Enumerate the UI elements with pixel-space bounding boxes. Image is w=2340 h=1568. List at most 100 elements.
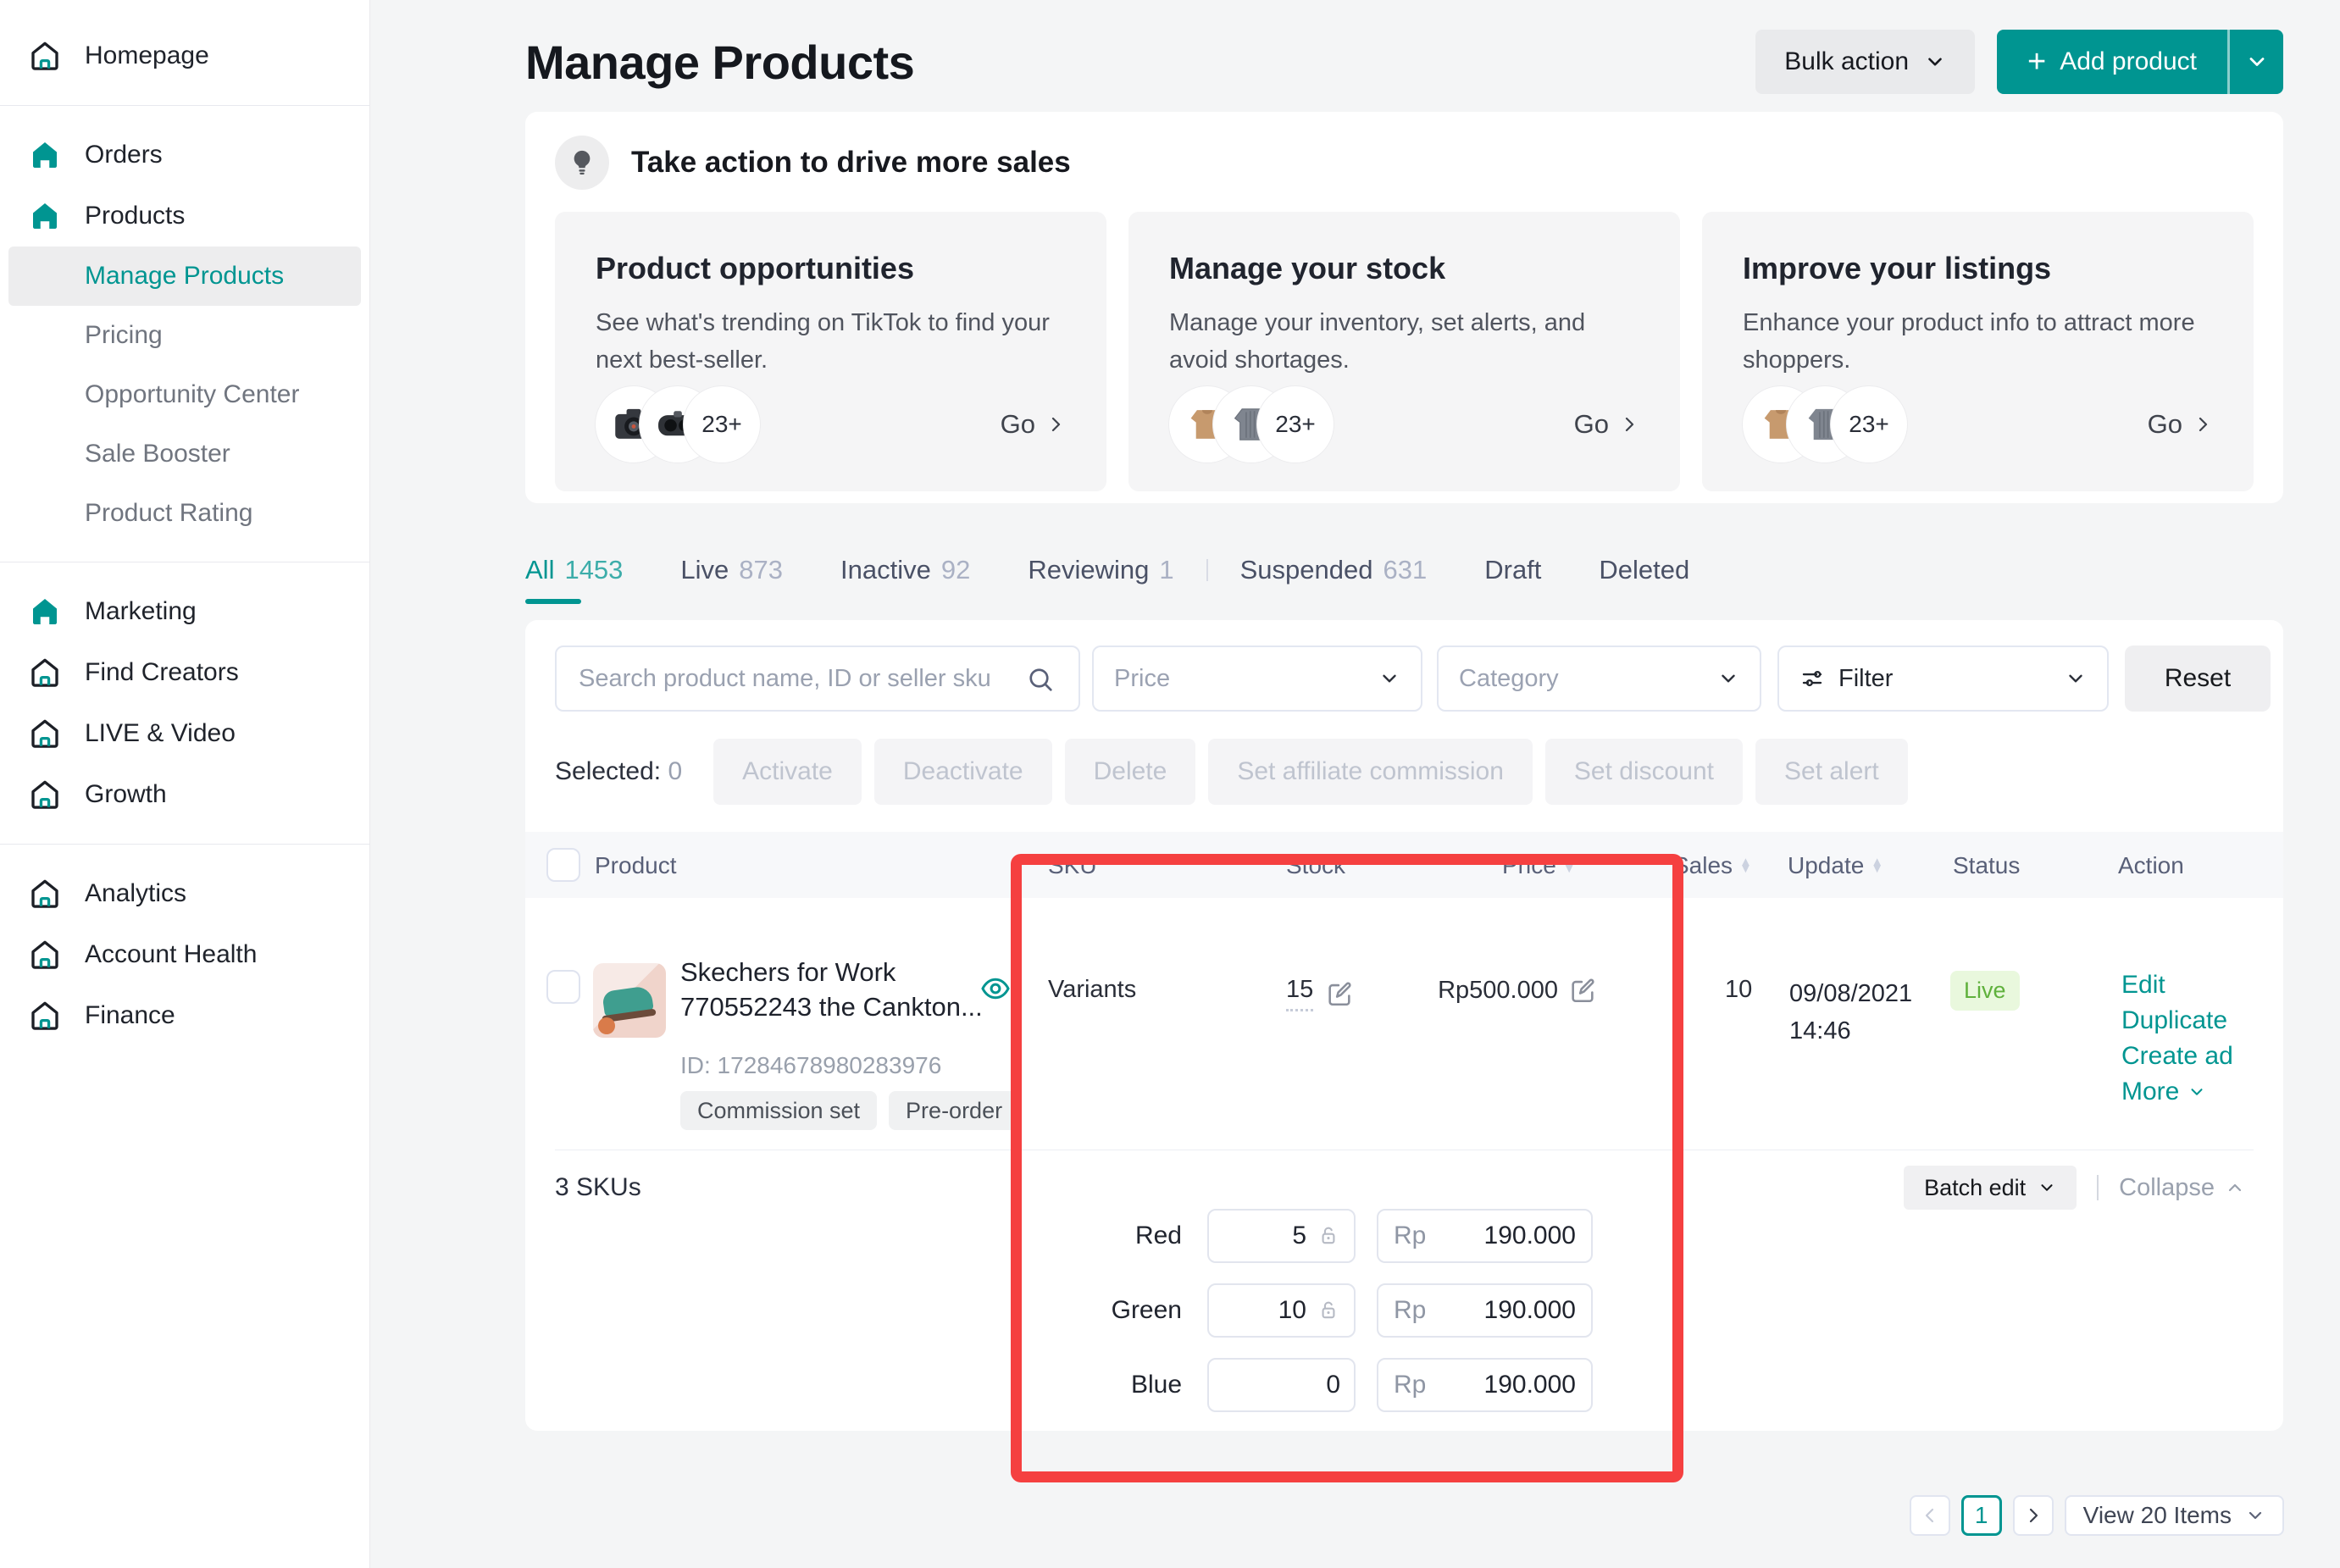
set-discount-button[interactable]: Set discount	[1545, 739, 1743, 805]
sidebar-item-find-creators[interactable]: Find Creators	[0, 642, 369, 703]
sidebar-item-growth[interactable]: Growth	[0, 764, 369, 825]
column-update[interactable]: Update ▲▼	[1788, 852, 1883, 879]
column-status: Status	[1953, 852, 2020, 879]
variant-stock-input[interactable]: 5	[1207, 1209, 1356, 1263]
selected-label: Selected:	[555, 757, 661, 785]
next-page-button[interactable]	[2013, 1495, 2054, 1536]
price-filter-select[interactable]: Price	[1092, 645, 1422, 712]
delete-button[interactable]: Delete	[1065, 739, 1196, 805]
category-filter-select[interactable]: Category	[1437, 645, 1761, 712]
sidebar-item-homepage[interactable]: Homepage	[0, 25, 369, 86]
tab-suspended[interactable]: Suspended 631	[1240, 555, 1428, 585]
go-label: Go	[2148, 409, 2182, 440]
sidebar-item-sale-booster[interactable]: Sale Booster	[0, 424, 369, 484]
tab-deleted[interactable]: Deleted	[1599, 555, 1689, 585]
set-alert-button[interactable]: Set alert	[1755, 739, 1908, 805]
sidebar-item-analytics[interactable]: Analytics	[0, 863, 369, 924]
edit-icon[interactable]	[1568, 976, 1597, 1005]
filter-icon	[1799, 666, 1825, 691]
product-thumbnails: 23+	[1743, 386, 1907, 463]
add-product-button[interactable]: + Add product	[1997, 30, 2227, 94]
bulk-action-button[interactable]: Bulk action	[1755, 30, 1975, 94]
product-id: ID: 17284678980283976	[680, 1052, 941, 1079]
row-checkbox[interactable]	[546, 970, 580, 1004]
product-name[interactable]: Skechers for Work 770552243 the Cankton.…	[680, 956, 983, 1025]
sidebar-item-live-video[interactable]: LIVE & Video	[0, 703, 369, 764]
tab-count: 92	[941, 555, 970, 585]
sidebar-item-label: Finance	[85, 1001, 175, 1030]
lock-open-icon	[1317, 1224, 1340, 1248]
page-size-select[interactable]: View 20 Items	[2065, 1495, 2284, 1536]
tab-count: 1	[1159, 555, 1173, 585]
edit-icon[interactable]	[1325, 979, 1354, 1008]
page-header: Manage Products Bulk action + Add produc…	[525, 0, 2283, 112]
create-ad-link[interactable]: Create ad	[2121, 1042, 2233, 1071]
price-value[interactable]: Rp500.000	[1438, 977, 1558, 1005]
collapse-link[interactable]: Collapse	[2119, 1174, 2245, 1202]
variant-price-input[interactable]: Rp 190.000	[1377, 1209, 1593, 1263]
variant-row-red: Red 5 Rp 190.000	[525, 1209, 2283, 1263]
home-outline-icon	[27, 998, 63, 1033]
tab-draft[interactable]: Draft	[1484, 555, 1541, 585]
promo-header: Take action to drive more sales	[555, 136, 2254, 190]
variant-stock-input[interactable]: 10	[1207, 1283, 1356, 1338]
deactivate-button[interactable]: Deactivate	[874, 739, 1052, 805]
variant-price-input[interactable]: Rp 190.000	[1377, 1358, 1593, 1412]
column-sales[interactable]: Sales ▲▼	[1673, 852, 1752, 879]
variant-stock-input[interactable]: 0	[1207, 1358, 1356, 1412]
card-product-opportunities[interactable]: Product opportunities See what's trendin…	[555, 212, 1106, 491]
card-title: Product opportunities	[596, 251, 1066, 286]
go-link[interactable]: Go	[2148, 409, 2213, 440]
more-label: More	[2121, 1078, 2179, 1106]
sidebar-item-label: Manage Products	[85, 262, 284, 291]
batch-edit-button[interactable]: Batch edit	[1904, 1166, 2077, 1210]
sidebar-item-manage-products[interactable]: Manage Products	[8, 247, 361, 306]
update-date: 09/08/2021	[1789, 976, 1912, 1013]
tag-commission-set: Commission set	[680, 1091, 877, 1130]
add-product-dropdown-button[interactable]	[2227, 30, 2283, 94]
status-cell: Live	[1950, 971, 2020, 1011]
stock-cell: 15	[1286, 976, 1354, 1011]
filter-select[interactable]: Filter	[1777, 645, 2109, 712]
duplicate-link[interactable]: Duplicate	[2121, 1006, 2233, 1035]
tab-label: Draft	[1484, 555, 1541, 585]
product-thumbnails: 23+	[596, 386, 760, 463]
chevron-right-icon	[2023, 1505, 2043, 1526]
page-size-label: View 20 Items	[2083, 1502, 2232, 1529]
set-affiliate-commission-button[interactable]: Set affiliate commission	[1208, 739, 1533, 805]
sidebar-item-finance[interactable]: Finance	[0, 985, 369, 1046]
reset-button[interactable]: Reset	[2125, 645, 2271, 712]
card-improve-listings[interactable]: Improve your listings Enhance your produ…	[1702, 212, 2254, 491]
card-manage-stock[interactable]: Manage your stock Manage your inventory,…	[1128, 212, 1680, 491]
select-all-checkbox[interactable]	[546, 848, 580, 882]
tab-all[interactable]: All 1453	[525, 555, 623, 585]
sidebar-item-marketing[interactable]: Marketing	[0, 581, 369, 642]
stock-value[interactable]: 15	[1286, 976, 1313, 1011]
page-number-button[interactable]: 1	[1961, 1495, 2002, 1536]
price-value: 190.000	[1484, 1222, 1576, 1250]
sidebar-item-label: Growth	[85, 780, 167, 809]
column-product: Product	[595, 852, 677, 879]
activate-button[interactable]: Activate	[713, 739, 862, 805]
more-link[interactable]: More	[2121, 1078, 2233, 1106]
tab-label: All	[525, 555, 554, 585]
go-link[interactable]: Go	[1001, 409, 1066, 440]
tab-inactive[interactable]: Inactive 92	[840, 555, 970, 585]
preview-eye-icon[interactable]	[979, 972, 1012, 1005]
sidebar-item-product-rating[interactable]: Product Rating	[0, 484, 369, 543]
column-price[interactable]: Price ▲▼	[1502, 852, 1576, 879]
edit-link[interactable]: Edit	[2121, 971, 2233, 1000]
sidebar-item-orders[interactable]: Orders	[0, 125, 369, 186]
previous-page-button[interactable]	[1910, 1495, 1950, 1536]
variant-row-green: Green 10 Rp 190.000	[525, 1283, 2283, 1338]
sidebar-item-products[interactable]: Products	[0, 186, 369, 247]
sidebar-item-account-health[interactable]: Account Health	[0, 924, 369, 985]
search-input[interactable]	[555, 645, 1080, 712]
tab-reviewing[interactable]: Reviewing 1	[1028, 555, 1173, 585]
currency-prefix: Rp	[1394, 1371, 1426, 1399]
variant-price-input[interactable]: Rp 190.000	[1377, 1283, 1593, 1338]
tab-live[interactable]: Live 873	[680, 555, 783, 585]
sidebar-item-pricing[interactable]: Pricing	[0, 306, 369, 365]
go-link[interactable]: Go	[1574, 409, 1639, 440]
sidebar-item-opportunity-center[interactable]: Opportunity Center	[0, 365, 369, 424]
